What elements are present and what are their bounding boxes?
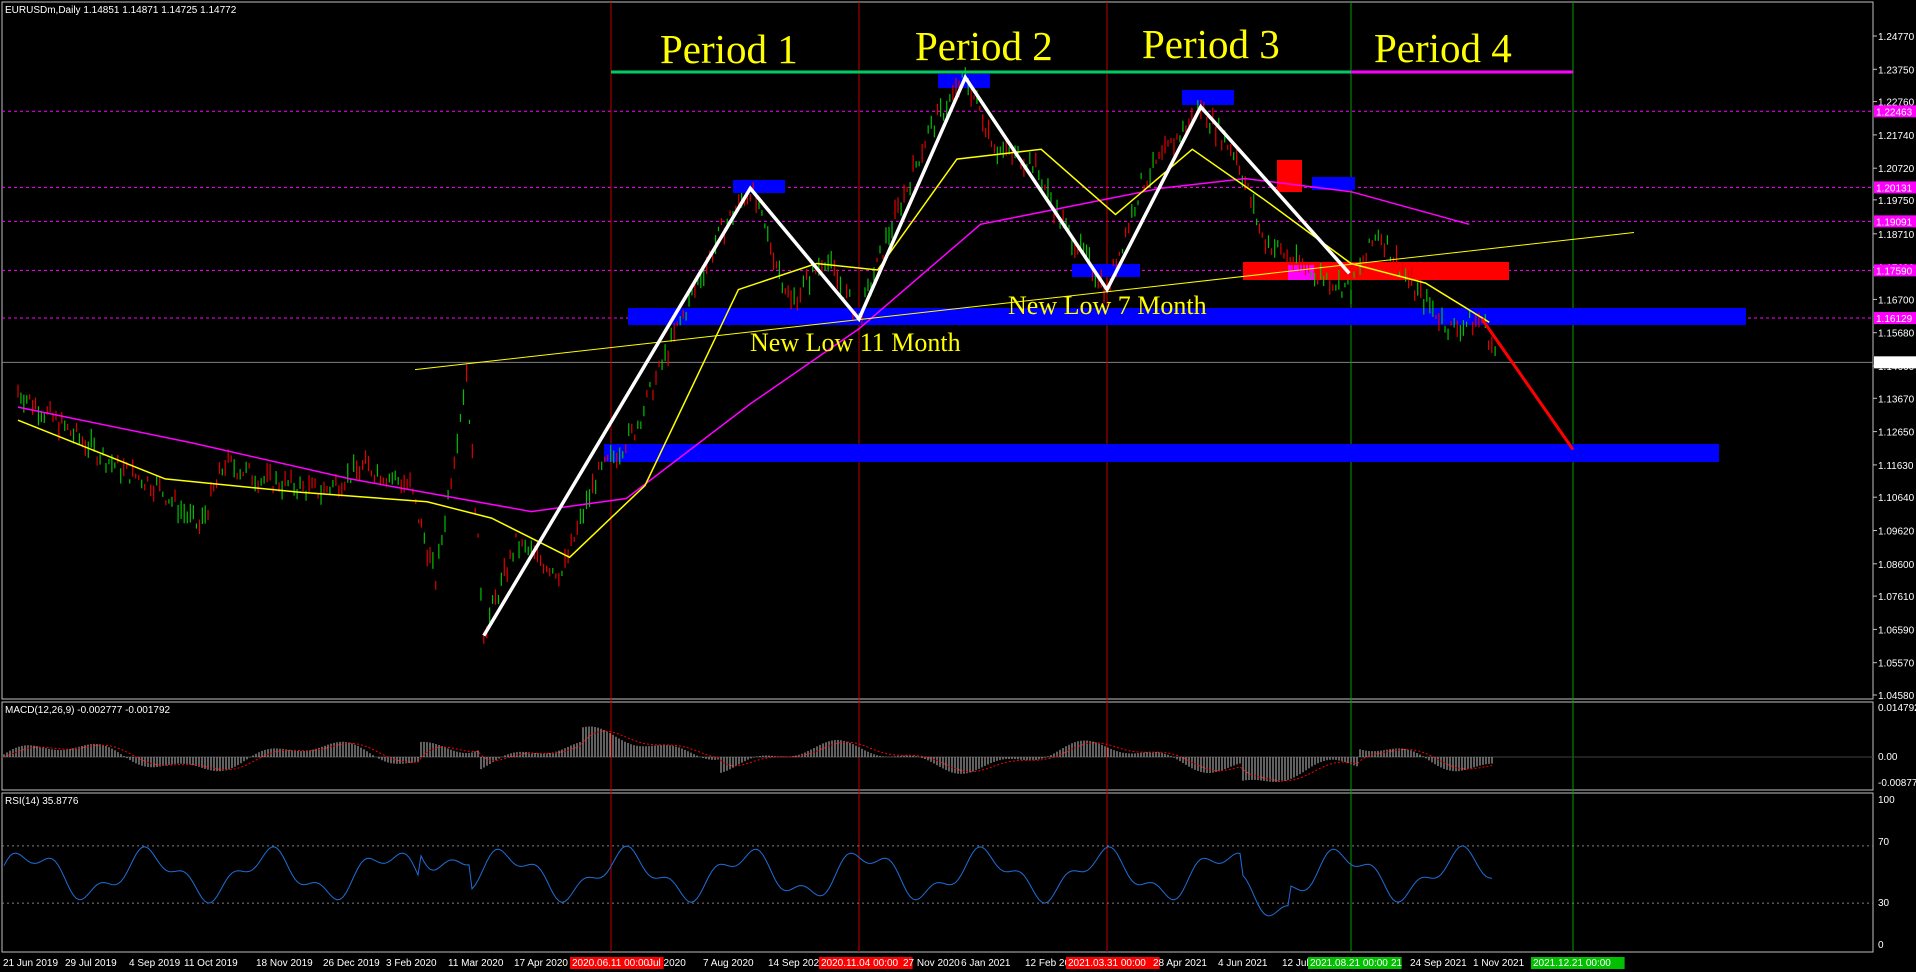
price-tick-label: 1.06590 (1878, 625, 1915, 636)
date-label: 21 (1391, 958, 1403, 969)
date-label: 17 Apr 2020 (514, 958, 568, 969)
price-tick-label: 1.12650 (1878, 428, 1915, 439)
price-tick-label: 1.19750 (1878, 196, 1915, 207)
level-tag-label: 1.14772 (1876, 358, 1913, 369)
chart-info-label: EURUSDm,Daily 1.14851 1.14871 1.14725 1.… (5, 5, 237, 16)
rsi-title: RSI(14) 35.8776 (5, 796, 79, 807)
rsi-tick-0: 0 (1878, 940, 1884, 951)
level-tag-label: 1.16129 (1876, 314, 1913, 325)
date-label: 21 Jun 2019 (3, 958, 58, 969)
period-3-label: Period 3 (1142, 21, 1280, 67)
date-label: 6 Jan 2021 (961, 958, 1011, 969)
macd-tick-zero: 0.00 (1878, 752, 1898, 763)
blue-low-marker (1072, 264, 1140, 277)
rsi-panel-frame (1, 792, 1874, 953)
support-resistance-zones (604, 74, 1746, 462)
date-label: 12 Jul (1282, 958, 1309, 969)
date-label: 2020.06.11 00:00 (572, 958, 650, 969)
level-tag-label: 1.19091 (1876, 217, 1913, 228)
date-label: 14 Sep 2020 (768, 958, 825, 969)
date-label: 1 Nov 2021 (1473, 958, 1525, 969)
rsi-line (2, 845, 1873, 917)
price-tick-label: 1.13670 (1878, 394, 1915, 405)
date-label: 26 Dec 2019 (323, 958, 380, 969)
blue-top-marker-1 (733, 180, 785, 193)
price-tick-label: 1.08600 (1878, 560, 1915, 571)
resistance-box-red (1277, 160, 1302, 192)
date-label: Jul 2020 (648, 958, 686, 969)
date-label: 28 Apr 2021 (1153, 958, 1207, 969)
level-tag-label: 1.20131 (1876, 183, 1913, 194)
projection-arrow (1480, 318, 1575, 451)
date-label: 2021.08.21 00:00 (1310, 958, 1388, 969)
resistance-zone-red (1243, 262, 1509, 280)
rsi-tick-100: 100 (1878, 795, 1895, 806)
price-tick-label: 1.18710 (1878, 230, 1915, 241)
macd-histogram (2, 726, 1873, 782)
support-zone-lower (604, 444, 1719, 462)
date-label: 11 Oct 2019 (184, 958, 238, 969)
date-label: 2021.03.31 00:00 (1068, 958, 1146, 969)
date-label: 4 Jun 2021 (1218, 958, 1268, 969)
price-tick-label: 1.10640 (1878, 493, 1915, 504)
rsi-tick-70: 70 (1878, 837, 1890, 848)
date-label: 11 Mar 2020 (448, 958, 504, 969)
period-1-label: Period 1 (660, 26, 798, 72)
level-tag-label: 1.17590 (1876, 266, 1913, 277)
date-label: 24 Sep 2021 (1410, 958, 1467, 969)
date-label: 4 Sep 2019 (129, 958, 181, 969)
period-vertical-lines (610, 2, 1574, 952)
price-tick-label: 1.05570 (1878, 659, 1915, 670)
price-tick-label: 1.21740 (1878, 131, 1915, 142)
macd-title: MACD(12,26,9) -0.002777 -0.001792 (5, 705, 171, 716)
blue-top-marker-3 (1182, 90, 1234, 105)
macd-tick-max: 0.014792 (1878, 703, 1916, 714)
period-2-label: Period 2 (915, 23, 1053, 69)
level-tag-label: 1.22463 (1876, 107, 1913, 118)
projection-line (1480, 318, 1575, 451)
chart-canvas: EURUSDm,Daily 1.14851 1.14871 1.14725 1.… (1, 1, 1916, 969)
date-axis: 21 Jun 2019 29 Jul 2019 4 Sep 2019 11 Oct 2… (3, 957, 1625, 969)
price-tick-label: 1.09620 (1878, 526, 1915, 537)
price-tick-label: 1.16700 (1878, 295, 1915, 306)
price-tick-label: 1.15680 (1878, 329, 1915, 340)
new-low-7-month-label: New Low 7 Month (1008, 291, 1207, 320)
date-label: 29 Jul 2019 (65, 958, 117, 969)
date-label: 27 Nov 2020 (903, 958, 960, 969)
rsi-tick-30: 30 (1878, 898, 1890, 909)
date-label: 7 Aug 2020 (703, 958, 754, 969)
price-tick-label: 1.11630 (1878, 461, 1914, 472)
price-tick-label: 1.07610 (1878, 592, 1915, 603)
date-label: 3 Feb 2020 (386, 958, 437, 969)
macd-signal-line (3, 730, 1493, 782)
date-label: 2021.12.21 00:00 (1533, 958, 1611, 969)
date-label: 18 Nov 2019 (256, 958, 313, 969)
price-tick-label: 1.04580 (1878, 691, 1915, 702)
rsi-value-line (3, 845, 1493, 917)
price-tick-label: 1.20720 (1878, 164, 1915, 175)
date-label: 2020.11.04 00:00 (821, 958, 899, 969)
macd-panel-frame (1, 701, 1874, 791)
magenta-box (1288, 265, 1314, 280)
macd-tick-min: -0.008775 (1878, 778, 1916, 789)
new-low-11-month-label: New Low 11 Month (750, 328, 961, 357)
period-4-label: Period 4 (1374, 25, 1512, 71)
price-tick-label: 1.24770 (1878, 32, 1915, 43)
price-tick-label: 1.23750 (1878, 65, 1915, 76)
